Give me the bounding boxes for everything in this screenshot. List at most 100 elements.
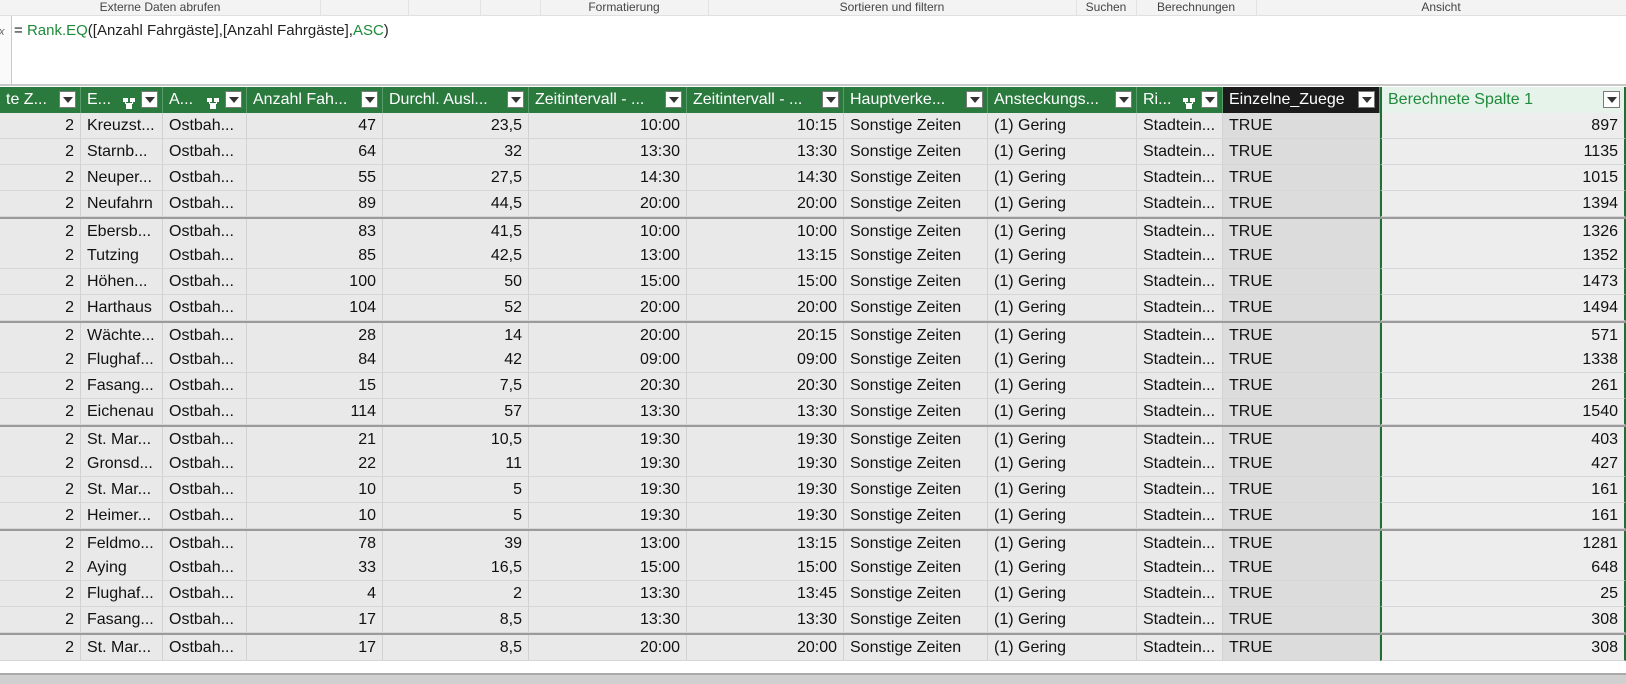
table-cell[interactable]: 8,5 [383, 607, 529, 633]
table-cell[interactable]: 7,5 [383, 373, 529, 399]
table-cell[interactable]: 10:15 [687, 113, 844, 139]
table-cell[interactable]: TRUE [1223, 427, 1380, 453]
table-cell[interactable]: 20:15 [687, 323, 844, 349]
table-cell[interactable]: (1) Gering [988, 165, 1137, 191]
table-cell[interactable]: Sonstige Zeiten [844, 347, 988, 373]
table-cell[interactable]: 2 [0, 165, 81, 191]
table-cell[interactable]: TRUE [1223, 219, 1380, 245]
table-cell[interactable]: 64 [247, 139, 383, 165]
table-cell[interactable]: 2 [0, 427, 81, 453]
table-cell[interactable]: Heimer... [81, 503, 163, 529]
table-cell[interactable]: TRUE [1223, 607, 1380, 633]
table-cell[interactable]: 897 [1380, 113, 1626, 139]
table-cell[interactable]: 78 [247, 531, 383, 557]
table-row[interactable]: 2 Wächte... Ostbah... 28 14 20:00 20:15 Sonstig… [0, 321, 1626, 349]
table-cell[interactable]: Ostbah... [163, 581, 247, 607]
table-cell[interactable]: 17 [247, 635, 383, 661]
table-cell[interactable]: Ostbah... [163, 295, 247, 321]
table-cell[interactable]: 15:00 [529, 555, 687, 581]
table-cell[interactable]: Stadtein... [1137, 219, 1223, 245]
table-cell[interactable]: 42,5 [383, 243, 529, 269]
table-cell[interactable]: Stadtein... [1137, 451, 1223, 477]
table-cell[interactable]: TRUE [1223, 243, 1380, 269]
table-cell[interactable]: 20:00 [529, 323, 687, 349]
table-cell[interactable]: 83 [247, 219, 383, 245]
table-cell[interactable]: (1) Gering [988, 581, 1137, 607]
table-cell[interactable]: 13:30 [687, 139, 844, 165]
table-cell[interactable]: Ostbah... [163, 477, 247, 503]
table-cell[interactable]: 20:00 [687, 295, 844, 321]
table-cell[interactable]: (1) Gering [988, 191, 1137, 217]
table-cell[interactable]: 32 [383, 139, 529, 165]
table-cell[interactable]: 28 [247, 323, 383, 349]
table-cell[interactable]: Ebersb... [81, 219, 163, 245]
table-cell[interactable]: Ostbah... [163, 635, 247, 661]
table-cell[interactable]: Flughaf... [81, 347, 163, 373]
table-cell[interactable]: Stadtein... [1137, 269, 1223, 295]
table-cell[interactable]: TRUE [1223, 191, 1380, 217]
table-cell[interactable]: 10 [247, 477, 383, 503]
table-row[interactable]: 2 Tutzing Ostbah... 85 42,5 13:00 13:15 Sonstig… [0, 243, 1626, 269]
filter-dropdown-icon[interactable] [225, 91, 242, 108]
column-header-7[interactable]: Hauptverke... [844, 87, 988, 113]
table-cell[interactable]: 23,5 [383, 113, 529, 139]
table-cell[interactable]: 1494 [1380, 295, 1626, 321]
filter-dropdown-icon[interactable] [1358, 91, 1375, 108]
table-cell[interactable]: Sonstige Zeiten [844, 295, 988, 321]
table-cell[interactable]: Stadtein... [1137, 139, 1223, 165]
table-cell[interactable]: (1) Gering [988, 477, 1137, 503]
table-cell[interactable]: Stadtein... [1137, 373, 1223, 399]
table-cell[interactable]: TRUE [1223, 399, 1380, 425]
column-header-3[interactable]: Anzahl Fah... [247, 87, 383, 113]
table-cell[interactable]: 15:00 [529, 269, 687, 295]
table-cell[interactable]: TRUE [1223, 503, 1380, 529]
table-cell[interactable]: Starnb... [81, 139, 163, 165]
column-header-0[interactable]: te Z... [0, 87, 81, 113]
table-cell[interactable]: Stadtein... [1137, 113, 1223, 139]
table-cell[interactable]: Sonstige Zeiten [844, 113, 988, 139]
table-cell[interactable]: 85 [247, 243, 383, 269]
table-cell[interactable]: Sonstige Zeiten [844, 477, 988, 503]
table-cell[interactable]: Ostbah... [163, 269, 247, 295]
table-row[interactable]: 2 Flughaf... Ostbah... 84 42 09:00 09:00 Sonsti… [0, 347, 1626, 373]
table-cell[interactable]: Sonstige Zeiten [844, 399, 988, 425]
table-row[interactable]: 2 St. Mar... Ostbah... 10 5 19:30 19:30 Sonstig… [0, 477, 1626, 503]
table-cell[interactable]: Sonstige Zeiten [844, 607, 988, 633]
table-cell[interactable]: 15:00 [687, 269, 844, 295]
table-cell[interactable]: Sonstige Zeiten [844, 531, 988, 557]
table-cell[interactable]: Ostbah... [163, 191, 247, 217]
table-row[interactable]: 2 Neufahrn Ostbah... 89 44,5 20:00 20:00 Sonsti… [0, 191, 1626, 217]
table-cell[interactable]: 13:30 [529, 139, 687, 165]
table-cell[interactable]: Stadtein... [1137, 243, 1223, 269]
table-row[interactable]: 2 Starnb... Ostbah... 64 32 13:30 13:30 Sonstig… [0, 139, 1626, 165]
table-cell[interactable]: 20:30 [687, 373, 844, 399]
table-cell[interactable]: Sonstige Zeiten [844, 243, 988, 269]
table-cell[interactable]: 13:00 [529, 243, 687, 269]
table-cell[interactable]: 44,5 [383, 191, 529, 217]
table-cell[interactable]: Kreuzst... [81, 113, 163, 139]
column-header-10[interactable]: Einzelne_Zuege [1223, 87, 1380, 113]
table-cell[interactable]: 19:30 [529, 477, 687, 503]
table-cell[interactable]: 09:00 [529, 347, 687, 373]
table-cell[interactable]: 2 [0, 113, 81, 139]
table-cell[interactable]: 19:30 [687, 427, 844, 453]
table-cell[interactable]: Ostbah... [163, 165, 247, 191]
formula-text[interactable]: = Rank.EQ([Anzahl Fahrgäste],[Anzahl Fah… [14, 22, 389, 39]
table-cell[interactable]: 16,5 [383, 555, 529, 581]
table-cell[interactable]: 19:30 [529, 427, 687, 453]
table-cell[interactable]: 42 [383, 347, 529, 373]
table-cell[interactable]: Sonstige Zeiten [844, 269, 988, 295]
table-cell[interactable]: 25 [1380, 581, 1626, 607]
table-cell[interactable]: 2 [0, 347, 81, 373]
table-cell[interactable]: 571 [1380, 323, 1626, 349]
table-cell[interactable]: 4 [247, 581, 383, 607]
table-cell[interactable]: 20:00 [529, 295, 687, 321]
table-cell[interactable]: (1) Gering [988, 219, 1137, 245]
table-cell[interactable]: Ostbah... [163, 243, 247, 269]
table-cell[interactable]: (1) Gering [988, 269, 1137, 295]
table-cell[interactable]: 15 [247, 373, 383, 399]
table-cell[interactable]: 2 [0, 503, 81, 529]
table-cell[interactable]: 1540 [1380, 399, 1626, 425]
table-cell[interactable]: 2 [0, 451, 81, 477]
table-cell[interactable]: 1281 [1380, 531, 1626, 557]
